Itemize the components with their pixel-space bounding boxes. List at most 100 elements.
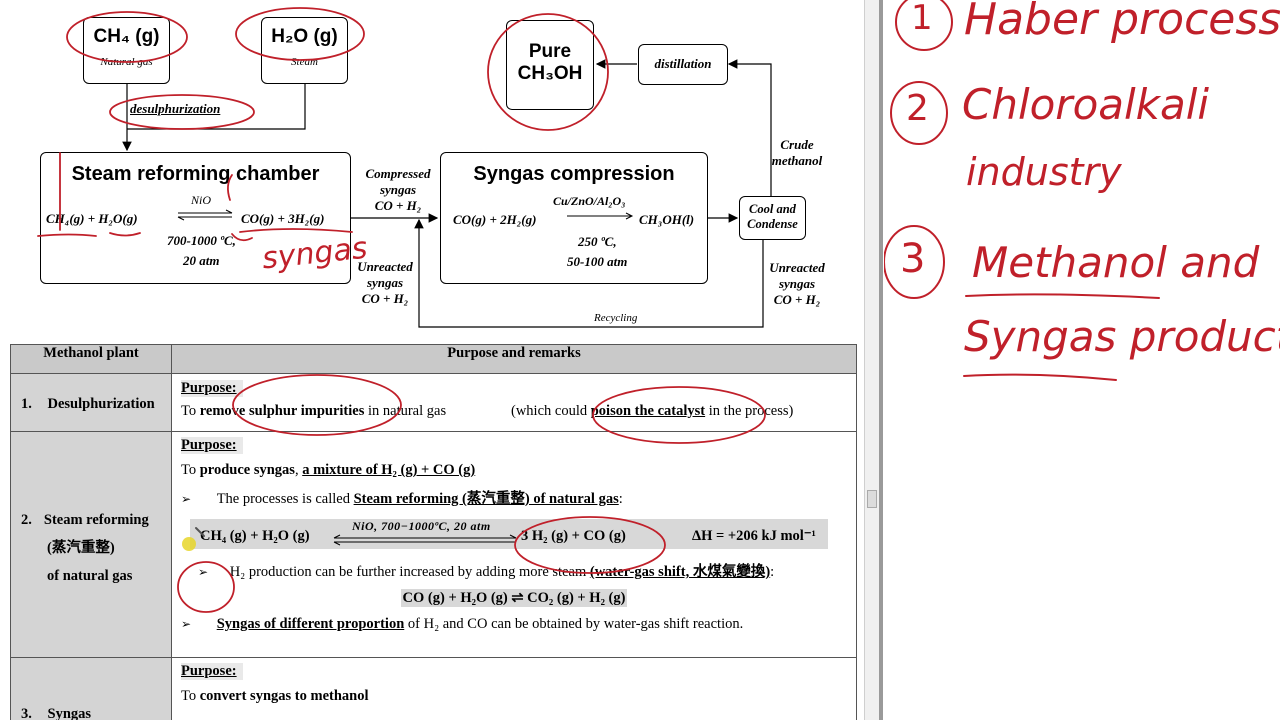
unreacted-right-line2: syngas xyxy=(778,276,816,291)
unreacted-right-line1: Unreacted xyxy=(769,260,825,275)
methanol-plant-table: Methanol plant Purpose and remarks 1. De… xyxy=(10,344,857,720)
unreacted-left-line2: syngas xyxy=(366,275,404,290)
table-row-desulphurization: 1. Desulphurization Purpose: To remove s… xyxy=(10,373,857,432)
row2-b3-bold: Syngas of different proportion xyxy=(216,616,405,632)
row3-label-cell: 3. Syngas xyxy=(10,657,172,720)
row1-label-cell: 1. Desulphurization xyxy=(10,373,172,432)
note-3-number: 3 xyxy=(900,236,926,282)
table-row-syngas: 3. Syngas Purpose: To convert syngas to … xyxy=(10,657,857,720)
compressed-line1: Compressed xyxy=(365,166,431,181)
crude-line1: Crude xyxy=(780,137,814,152)
steam-reactants: CH₄(g) + H₂O(g) xyxy=(46,211,138,226)
row1-paren-c: in the process) xyxy=(705,403,794,419)
eq-reactants: CH₄ (g) + H₂O (g) xyxy=(200,528,310,544)
row1-number: 1. xyxy=(21,396,32,412)
recycling-label: Recycling xyxy=(594,312,638,324)
row3-number: 3. xyxy=(21,706,32,720)
distillation-label: distillation xyxy=(654,56,712,71)
unreacted-syngas-right-label: Unreacted syngas CO + H₂ xyxy=(760,260,834,308)
row2-content-cell: Purpose: To produce syngas, a mixture of… xyxy=(171,431,857,658)
row2-text-bold2: a mixture of H₂ (g) + CO (g) xyxy=(302,462,476,478)
row2-number: 2. xyxy=(21,512,32,528)
pure-methanol-box: Pure CH₃OH xyxy=(506,20,594,110)
compressed-line2: syngas xyxy=(379,182,417,197)
row2-name-line1: Steam reforming xyxy=(43,512,149,528)
syngas-conditions-pressure: 50-100 atm xyxy=(567,254,628,269)
steam-feed-box: H₂O (g) Steam xyxy=(261,17,348,84)
row1-purpose-heading: Purpose: xyxy=(181,380,243,397)
row2-purpose-heading: Purpose: xyxy=(181,437,243,454)
eq-equilibrium-arrow xyxy=(333,534,517,546)
equilibrium-arrow xyxy=(176,209,234,221)
unreacted-syngas-left-label: Unreacted syngas CO + H₂ xyxy=(352,259,418,307)
notes-pane[interactable]: 1 Haber process 2 Chloroalkali industry … xyxy=(884,0,1280,720)
row2-name-line2: (蒸汽重整) xyxy=(47,540,115,556)
unreacted-right-line3: CO + H₂ xyxy=(773,292,821,307)
methane-label: Natural gas xyxy=(100,56,153,68)
note-1-number: 1 xyxy=(911,0,933,38)
row2-b2-post: : xyxy=(770,564,775,580)
header-methanol-plant: Methanol plant xyxy=(10,344,172,374)
bullet-arrow-icon: ➢ xyxy=(181,492,192,506)
syngas-compression-box: Syngas compression Cu/ZnO/Al₂O₃ CO(g) + … xyxy=(440,152,708,284)
document-page: CH₄ (g) Natural gas H₂O (g) Steam desulp… xyxy=(0,0,864,720)
document-scrollbar[interactable] xyxy=(864,0,880,720)
note-2-number: 2 xyxy=(906,88,929,129)
row3-name: Syngas xyxy=(47,706,92,720)
note-3-text-line2: Syngas production xyxy=(964,312,1280,361)
cool-line2: Condense xyxy=(747,217,798,231)
note-1-text: Haber process xyxy=(964,0,1280,45)
row2-b2-bold: (water-gas shift, 水煤氣變換) xyxy=(589,564,771,580)
row2-label-cell: 2. Steam reforming (蒸汽重整) of natural gas xyxy=(10,431,172,658)
steam-reforming-equation: CH₄ (g) + H₂O (g) NiO, 700−1000ºC, 20 at… xyxy=(190,519,828,549)
crude-line2: methanol xyxy=(771,153,823,168)
row2-b1-pre: The processes is called xyxy=(216,491,354,507)
cool-line1: Cool and xyxy=(749,202,796,216)
row1-paren-a: (which could xyxy=(511,403,591,419)
desulphurization-label: desulphurization xyxy=(130,101,221,116)
note-2-text-line2: industry xyxy=(966,150,1122,194)
methane-formula: CH₄ (g) xyxy=(93,26,160,47)
row2-b3-post: of H₂ and CO can be obtained by water-ga… xyxy=(404,616,744,632)
steam-formula: H₂O (g) xyxy=(271,26,338,47)
note-3-text-line1: Methanol and xyxy=(972,238,1260,287)
eq-enthalpy: ΔH = +206 kJ mol⁻¹ xyxy=(692,528,816,544)
steam-products: CO(g) + 3H₂(g) xyxy=(241,211,325,226)
row2-b1-bold: Steam reforming (蒸汽重整) of natural gas xyxy=(353,491,619,507)
eq-conditions: NiO, 700−1000ºC, 20 atm xyxy=(352,519,491,533)
row1-name: Desulphurization xyxy=(47,396,155,412)
cool-condense-box: Cool and Condense xyxy=(739,196,806,240)
row2-text-bold1: produce syngas xyxy=(199,462,295,478)
pane-divider[interactable] xyxy=(879,0,883,720)
row2-b1-post: : xyxy=(618,491,623,507)
compressed-syngas-label: Compressed syngas CO + H₂ xyxy=(356,166,440,214)
syngas-products: CH₃OH(l) xyxy=(639,212,695,227)
row2-b2-pre: H₂ production can be further increased b… xyxy=(229,564,590,580)
row3-text-to: To xyxy=(181,688,200,704)
methane-feed-box: CH₄ (g) Natural gas xyxy=(83,17,170,84)
steam-conditions-pressure: 20 atm xyxy=(183,253,220,268)
scrollbar-thumb[interactable] xyxy=(867,490,877,508)
header-purpose-remarks: Purpose and remarks xyxy=(171,344,857,374)
methanol-formula: CH₃OH xyxy=(517,63,583,84)
row1-text-rest: in natural gas xyxy=(364,403,447,419)
table-header-row: Methanol plant Purpose and remarks xyxy=(10,344,857,374)
row1-text-to: To xyxy=(181,403,200,419)
steam-catalyst: NiO xyxy=(191,193,212,207)
row1-paren-b: poison the catalyst xyxy=(590,403,706,419)
syngas-conditions-temp: 250 ºC, xyxy=(578,234,617,249)
syngas-reactants: CO(g) + 2H₂(g) xyxy=(453,212,537,227)
row2-text-to: To xyxy=(181,462,200,478)
syngas-compression-title: Syngas compression xyxy=(473,163,675,185)
syngas-forward-arrow xyxy=(565,212,635,221)
syngas-catalyst: Cu/ZnO/Al₂O₃ xyxy=(553,194,626,208)
row3-purpose-heading: Purpose: xyxy=(181,663,243,680)
distillation-box: distillation xyxy=(638,44,728,85)
steam-reforming-title: Steam reforming chamber xyxy=(71,163,320,185)
eq-products: 3 H₂ (g) + CO (g) xyxy=(521,528,626,544)
row3-text-bold: convert syngas to methanol xyxy=(199,688,369,704)
note-2-text-line1: Chloroalkali xyxy=(962,80,1210,129)
row3-content-cell: Purpose: To convert syngas to methanol xyxy=(171,657,857,720)
water-gas-shift-equation: CO (g) + H₂O (g) ⇌ CO₂ (g) + H₂ (g) xyxy=(400,589,628,607)
steam-conditions-temp: 700-1000 ºC, xyxy=(167,233,236,248)
